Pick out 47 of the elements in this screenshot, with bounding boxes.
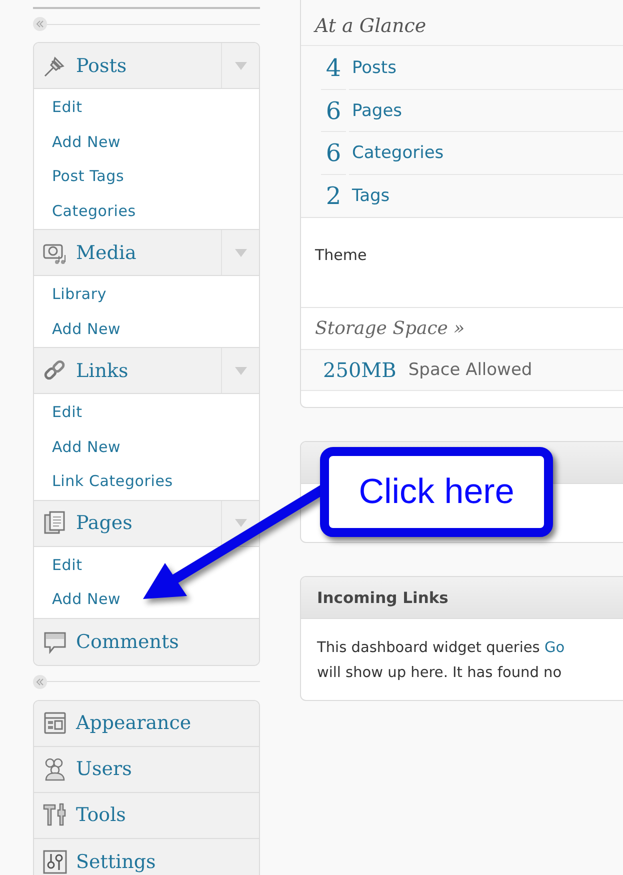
submenu-item[interactable]: Edit [34, 395, 259, 430]
panel-title: At a Glance [301, 0, 623, 46]
callout-label: Click here [320, 447, 553, 537]
submenu-item[interactable]: Edit [34, 90, 259, 124]
menu-item[interactable]: Users [34, 746, 259, 792]
collapse-icon[interactable] [33, 674, 47, 688]
submenu-item[interactable]: Edit [34, 548, 259, 582]
sliders-icon [42, 848, 68, 874]
submenu-item[interactable]: Library [34, 277, 259, 312]
submenu-item[interactable]: Link Categories [34, 464, 259, 498]
menu-item[interactable]: Comments [34, 618, 259, 664]
count-label[interactable]: Tags [349, 174, 623, 217]
caret-icon [234, 366, 246, 374]
description-text: This dashboard widget queries Go will show up here. It has found no [317, 640, 565, 681]
caret-icon [234, 248, 246, 256]
count-number[interactable]: 6 [321, 90, 346, 132]
menu-item[interactable]: Posts [34, 43, 259, 89]
menu-item[interactable]: Appearance [34, 700, 259, 746]
count-label[interactable]: Categories [349, 132, 623, 174]
count-label[interactable]: Posts [349, 47, 623, 90]
theme-label: Theme [315, 246, 367, 264]
pages-icon [43, 510, 67, 536]
collapse-icon[interactable] [33, 17, 47, 31]
submenu-item[interactable]: Categories [34, 194, 259, 228]
storage-value: 250MB [323, 358, 396, 382]
menu-item[interactable]: Pages [34, 500, 259, 546]
count-number[interactable]: 6 [321, 132, 346, 174]
layout-icon [42, 710, 68, 736]
caret-icon [234, 62, 246, 70]
submenu-item[interactable]: Add New [34, 124, 259, 159]
submenu-item[interactable]: Post Tags [34, 159, 259, 194]
submenu-item[interactable]: Add New [34, 430, 259, 464]
section-title[interactable]: Storage Space » [315, 318, 465, 339]
storage-label: Space Allowed [408, 360, 532, 380]
menu-item[interactable]: Tools [34, 792, 259, 838]
caret-icon [234, 519, 246, 527]
menu-item[interactable]: Media [34, 230, 259, 276]
menu-item[interactable]: Links [34, 348, 259, 394]
panel-title: Incoming Links [317, 588, 448, 606]
menu-item[interactable]: Settings [34, 838, 259, 875]
tools-icon [42, 802, 68, 828]
count-label[interactable]: Pages [349, 90, 623, 132]
count-number[interactable]: 4 [321, 47, 346, 90]
count-number[interactable]: 2 [321, 174, 346, 217]
link[interactable]: Go [544, 640, 565, 656]
submenu-item[interactable]: Add New [34, 582, 259, 616]
submenu-item[interactable]: Add New [34, 312, 259, 346]
